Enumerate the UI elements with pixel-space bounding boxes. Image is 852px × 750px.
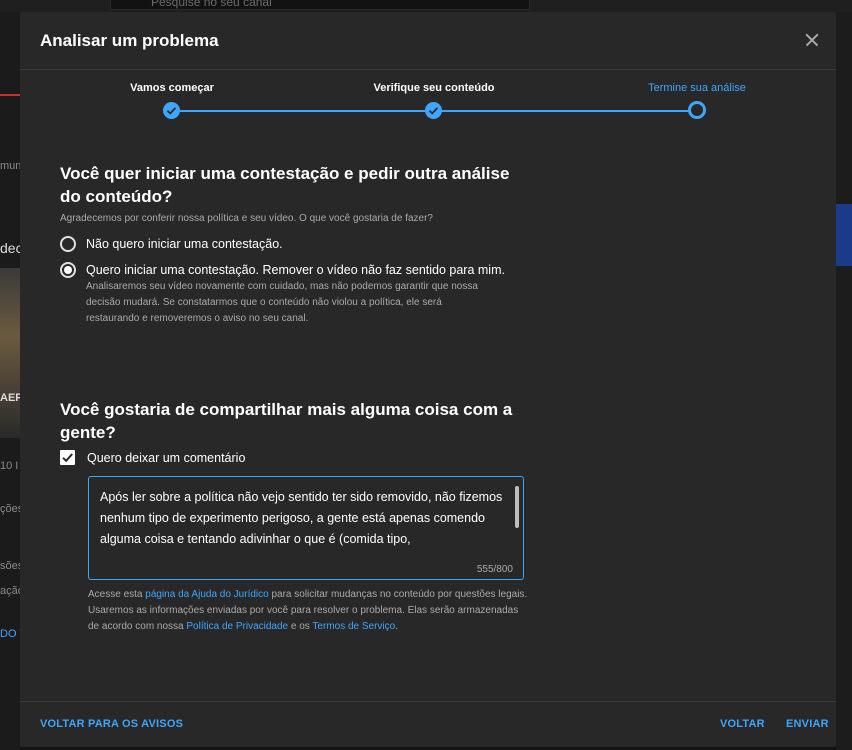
background-right-strip xyxy=(836,204,852,266)
background-text: sões xyxy=(0,560,20,572)
option-description: Analisaremos seu vídeo novamente com cui… xyxy=(86,281,478,324)
background-text: muni xyxy=(0,160,20,172)
legal-text: . xyxy=(395,621,398,632)
contest-section: Você quer iniciar uma contestação e pedi… xyxy=(60,162,530,327)
background-search-box: Pesquise no seu canal xyxy=(110,0,530,10)
terms-of-service-link[interactable]: Termos de Serviço xyxy=(312,621,395,632)
step-label-finish: Termine sua análise xyxy=(648,82,746,94)
back-button[interactable]: VOLTAR xyxy=(720,718,765,730)
step-label-verify: Verifique seu conteúdo xyxy=(373,82,495,94)
radio-checked-icon[interactable] xyxy=(60,262,76,278)
option-contest[interactable]: Quero iniciar uma contestação. Remover o… xyxy=(60,262,530,327)
background-search-placeholder: Pesquise no seu canal xyxy=(151,0,272,9)
background-text: dec xyxy=(0,240,20,256)
comment-checkbox-label: Quero deixar um comentário xyxy=(87,450,246,465)
background-text: 10 I xyxy=(0,460,19,472)
background-text: ções xyxy=(0,503,20,515)
contest-subtitle: Agradecemos por conferir nossa política … xyxy=(60,213,433,224)
comment-section: Você gostaria de compartilhar mais algum… xyxy=(60,398,530,465)
textarea-scrollbar[interactable] xyxy=(515,486,519,528)
option-label: Quero iniciar uma contestação. Remover o… xyxy=(86,263,505,277)
dialog-footer: VOLTAR PARA OS AVISOS VOLTAR ENVIAR xyxy=(20,701,836,747)
privacy-policy-link[interactable]: Política de Privacidade xyxy=(186,621,288,632)
progress-stepper: Vamos começar Verifique seu conteúdo Ter… xyxy=(20,70,836,150)
legal-notice: Acesse esta página da Ajuda do Jurídico … xyxy=(88,587,528,635)
legal-help-link[interactable]: página da Ajuda do Jurídico xyxy=(145,589,268,600)
background-text: AEF xyxy=(0,392,20,404)
step-current-icon xyxy=(688,101,706,119)
option-label: Não quero iniciar uma contestação. xyxy=(86,237,283,251)
comment-text[interactable]: Após ler sobre a política não vejo senti… xyxy=(100,487,505,550)
character-counter: 555/800 xyxy=(476,564,513,575)
step-label-start: Vamos começar xyxy=(130,82,214,94)
option-no-contest[interactable]: Não quero iniciar uma contestação. xyxy=(60,236,530,252)
comment-question: Você gostaria de compartilhar mais algum… xyxy=(60,400,513,442)
appeal-dialog: Analisar um problema Vamos começar Verif… xyxy=(20,12,836,747)
contest-question: Você quer iniciar uma contestação e pedi… xyxy=(60,164,510,206)
step-complete-icon xyxy=(163,102,180,119)
background-thumbnail xyxy=(0,268,20,438)
comment-checkbox-row[interactable]: Quero deixar um comentário xyxy=(60,450,530,465)
radio-unchecked-icon[interactable] xyxy=(60,236,76,252)
background-text: ação xyxy=(0,585,20,597)
legal-text: e os xyxy=(288,621,313,632)
checkbox-checked-icon[interactable] xyxy=(60,450,75,465)
legal-text: Acesse esta xyxy=(88,589,146,600)
dialog-title: Analisar um problema xyxy=(40,31,219,50)
close-icon[interactable] xyxy=(800,28,824,52)
send-button[interactable]: ENVIAR xyxy=(786,718,829,730)
back-to-warnings-button[interactable]: VOLTAR PARA OS AVISOS xyxy=(40,718,183,730)
comment-textarea[interactable]: Após ler sobre a política não vejo senti… xyxy=(88,476,524,580)
step-complete-icon xyxy=(425,102,442,119)
dialog-header: Analisar um problema xyxy=(20,12,836,70)
background-text: DO V xyxy=(0,628,20,640)
background-accent-line xyxy=(0,94,20,96)
background-right-panel xyxy=(836,12,852,750)
